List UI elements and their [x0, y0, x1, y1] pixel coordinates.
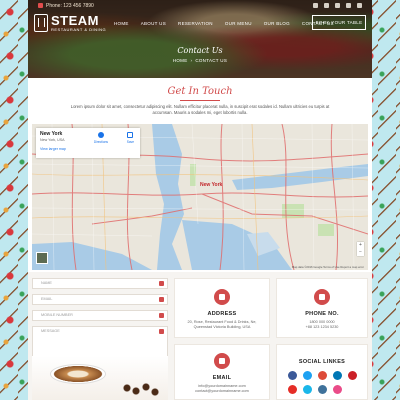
user-icon	[159, 281, 164, 286]
linkedin-icon[interactable]	[332, 371, 342, 380]
phone-number[interactable]: +88 123 1234 5230	[306, 325, 339, 329]
phone-title: PHONE NO.	[305, 311, 339, 317]
map-place-card: New York New York, USA View larger map D…	[36, 128, 140, 158]
facebook-icon[interactable]	[287, 371, 297, 380]
zoom-out-button[interactable]: −	[357, 249, 364, 256]
map-place-name: New York	[40, 131, 63, 137]
contact-section: NAME EMAIL MOBILE NUMBER MESSAGE ADDRESS…	[28, 272, 372, 400]
nav-menu[interactable]: OUR MENU	[225, 21, 252, 26]
email-address[interactable]: info@yourdomainname.com	[198, 384, 246, 388]
google-plus-icon[interactable]	[335, 3, 340, 8]
pinterest-icon[interactable]	[347, 371, 357, 380]
nav-home[interactable]: HOME	[114, 21, 129, 26]
book-table-button[interactable]: BOOK YOUR TABLE	[312, 15, 366, 30]
message-placeholder: MESSAGE	[41, 329, 60, 333]
email-field[interactable]: EMAIL	[32, 294, 168, 305]
address-card: ADDRESS 20, Rose, Restaurant Food & Drin…	[174, 278, 270, 338]
breadcrumb: HOME › CONTACT US	[28, 58, 372, 63]
instagram-icon[interactable]	[317, 385, 327, 394]
top-social-icons	[313, 3, 362, 8]
section-title: Get In Touch	[167, 86, 233, 97]
phone-icon	[38, 3, 43, 8]
location-pin-label[interactable]: New York	[200, 182, 222, 188]
social-card: SOCIAL LINKES	[276, 344, 368, 400]
save-label: Save	[126, 140, 134, 144]
address-line: 20, Rose, Restaurant Food & Drinks, Ne,	[187, 320, 257, 324]
site-logo[interactable]: STEAM RESTAURANT & DINING	[34, 14, 106, 32]
social-links	[277, 371, 367, 394]
directions-icon	[97, 132, 104, 138]
phone-icon	[314, 289, 330, 305]
main-nav: HOME ABOUT US RESERVATION OUR MENU OUR B…	[114, 21, 334, 26]
address-line: Queenstad Victoria Building, USA	[193, 325, 251, 329]
email-title: EMAIL	[212, 375, 232, 381]
brand-name: STEAM	[51, 13, 99, 28]
name-placeholder: NAME	[41, 281, 52, 285]
linkedin-icon[interactable]	[346, 3, 351, 8]
save-button[interactable]: Save	[127, 132, 134, 144]
phone-number[interactable]: 1800 000 0000	[309, 320, 334, 324]
email-card: EMAIL info@yourdomainname.com contact@yo…	[174, 344, 270, 400]
email-placeholder: EMAIL	[41, 297, 53, 301]
directions-button[interactable]: Directions	[94, 132, 108, 144]
dribbble-icon[interactable]	[332, 385, 342, 394]
hero-banner: Phone: 123 456 7890 STEAM RESTAURANT & D…	[28, 0, 372, 78]
facebook-icon[interactable]	[324, 3, 329, 8]
google-plus-icon[interactable]	[317, 371, 327, 380]
nav-about[interactable]: ABOUT US	[141, 21, 166, 26]
twitter-icon[interactable]	[302, 371, 312, 380]
mobile-icon	[159, 313, 164, 318]
map-marker-icon	[214, 289, 230, 305]
social-title: SOCIAL LINKES	[298, 359, 346, 365]
zoom-in-button[interactable]: +	[357, 242, 364, 249]
hero-overlay	[28, 0, 372, 78]
section-intro-text: Lorem ipsum dolor sit amet, consectetur …	[70, 104, 330, 115]
vimeo-icon[interactable]	[302, 385, 312, 394]
mobile-placeholder: MOBILE NUMBER	[41, 313, 73, 317]
phone-card: PHONE NO. 1800 000 0000 +88 123 1234 523…	[276, 278, 368, 338]
email-address[interactable]: contact@yourdomainname.com	[195, 389, 249, 393]
youtube-icon[interactable]	[287, 385, 297, 394]
page: Phone: 123 456 7890 STEAM RESTAURANT & D…	[28, 0, 372, 400]
envelope-icon	[159, 297, 164, 302]
name-field[interactable]: NAME	[32, 278, 168, 289]
brand-tagline: RESTAURANT & DINING	[51, 27, 107, 32]
rss-icon[interactable]	[357, 3, 362, 8]
google-map[interactable]: New York New York New York, USA View lar…	[32, 124, 368, 270]
phone-info: Phone: 123 456 7890	[38, 3, 94, 9]
breadcrumb-home[interactable]: HOME	[173, 58, 188, 63]
coffee-cup-graphic	[50, 364, 106, 384]
coffee-image	[32, 356, 168, 400]
top-bar: Phone: 123 456 7890	[28, 0, 372, 11]
directions-label: Directions	[93, 140, 108, 144]
map-attribution: Map data ©2016 Google Terms of Use Repor…	[291, 265, 364, 269]
envelope-icon	[214, 353, 230, 369]
breadcrumb-current: CONTACT US	[195, 58, 228, 63]
coffee-beans-graphic	[122, 382, 162, 396]
map-place-address: New York, USA	[40, 138, 65, 142]
address-title: ADDRESS	[207, 311, 237, 317]
title-divider	[180, 100, 220, 101]
larger-map-link[interactable]: View larger map	[40, 147, 136, 151]
nav-reservation[interactable]: RESERVATION	[178, 21, 213, 26]
bookmark-icon	[127, 132, 134, 138]
logo-icon	[34, 14, 48, 32]
nav-blog[interactable]: OUR BLOG	[264, 21, 290, 26]
phone-text: Phone: 123 456 7890	[46, 2, 94, 9]
satellite-toggle[interactable]	[36, 252, 48, 264]
zoom-controls: + −	[357, 242, 364, 256]
breadcrumb-separator: ›	[190, 58, 193, 63]
mobile-field[interactable]: MOBILE NUMBER	[32, 310, 168, 321]
page-title: Contact Us	[177, 46, 223, 55]
twitter-icon[interactable]	[313, 3, 318, 8]
pencil-icon	[159, 329, 164, 334]
